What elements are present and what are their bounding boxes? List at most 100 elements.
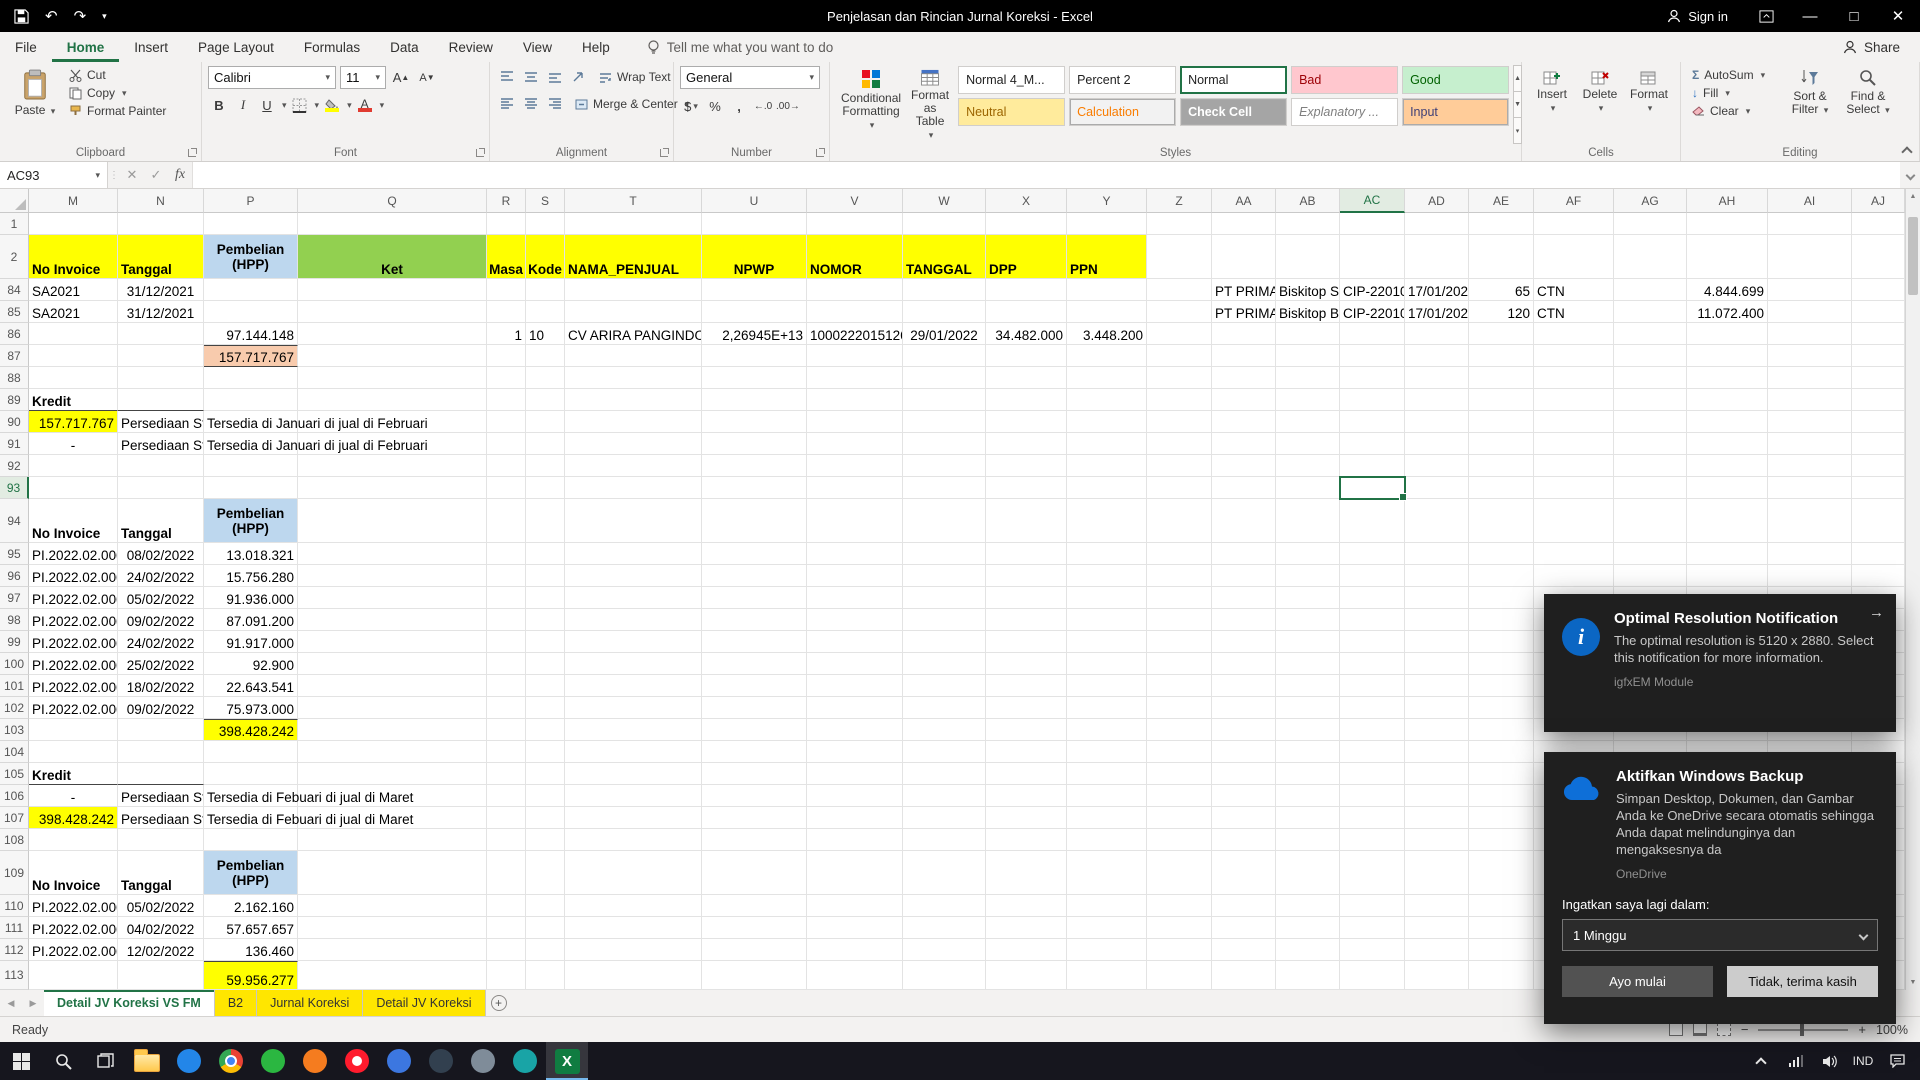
cell-U105[interactable] — [702, 763, 807, 785]
cell-N111[interactable]: 04/02/2022 — [118, 917, 204, 939]
cell-N99[interactable]: 24/02/2022 — [118, 631, 204, 653]
maximize-button[interactable]: □ — [1832, 0, 1876, 32]
name-box-dropdown-icon[interactable]: ▾ — [95, 171, 100, 180]
cell-W87[interactable] — [903, 345, 986, 367]
cell-AD89[interactable] — [1405, 389, 1469, 411]
dropdown-arrow-icon[interactable]: ▾ — [315, 101, 320, 110]
cell-AD2[interactable] — [1405, 235, 1469, 279]
cell-R103[interactable] — [487, 719, 526, 741]
cell-P111[interactable]: 57.657.657 — [204, 917, 298, 939]
cell-S88[interactable] — [526, 367, 565, 389]
cell-AJ1[interactable] — [1852, 213, 1905, 235]
cell-AB94[interactable] — [1276, 499, 1340, 543]
cell-AB105[interactable] — [1276, 763, 1340, 785]
cell-AA103[interactable] — [1212, 719, 1276, 741]
cell-AE112[interactable] — [1469, 939, 1534, 961]
cell-AA94[interactable] — [1212, 499, 1276, 543]
cell-Q108[interactable] — [298, 829, 487, 851]
cell-AJ88[interactable] — [1852, 367, 1905, 389]
ribbon-display-options-button[interactable] — [1744, 0, 1788, 32]
cell-S95[interactable] — [526, 543, 565, 565]
cell-AC92[interactable] — [1340, 455, 1405, 477]
cell-Q103[interactable] — [298, 719, 487, 741]
cell-Y113[interactable] — [1067, 961, 1147, 990]
cell-W112[interactable] — [903, 939, 986, 961]
cell-AD1[interactable] — [1405, 213, 1469, 235]
cell-R84[interactable] — [487, 279, 526, 301]
cell-AC94[interactable] — [1340, 499, 1405, 543]
cell-AB98[interactable] — [1276, 609, 1340, 631]
cell-AC107[interactable] — [1340, 807, 1405, 829]
cell-Y104[interactable] — [1067, 741, 1147, 763]
column-header-T[interactable]: T — [565, 189, 702, 213]
cell-U107[interactable] — [702, 807, 807, 829]
cell-AD94[interactable] — [1405, 499, 1469, 543]
cell-AC98[interactable] — [1340, 609, 1405, 631]
cell-P98[interactable]: 87.091.200 — [204, 609, 298, 631]
cell-Z99[interactable] — [1147, 631, 1212, 653]
taskbar-edge[interactable] — [168, 1042, 210, 1080]
row-header-1[interactable]: 1 — [0, 213, 29, 235]
cell-Z85[interactable] — [1147, 301, 1212, 323]
cell-AG87[interactable] — [1614, 345, 1687, 367]
cell-Q1[interactable] — [298, 213, 487, 235]
cell-Y84[interactable] — [1067, 279, 1147, 301]
cell-W95[interactable] — [903, 543, 986, 565]
row-header-96[interactable]: 96 — [0, 565, 29, 587]
cell-N93[interactable] — [118, 477, 204, 499]
cell-N100[interactable]: 25/02/2022 — [118, 653, 204, 675]
cell-W97[interactable] — [903, 587, 986, 609]
cell-style-check-cell[interactable]: Check Cell — [1180, 98, 1287, 126]
cell-AD113[interactable] — [1405, 961, 1469, 990]
cell-Y93[interactable] — [1067, 477, 1147, 499]
cell-AA87[interactable] — [1212, 345, 1276, 367]
cell-N90[interactable]: Persediaan Stok — [118, 411, 204, 433]
cell-style-good[interactable]: Good — [1402, 66, 1509, 94]
format-painter-button[interactable]: Format Painter — [66, 102, 169, 120]
cell-V112[interactable] — [807, 939, 903, 961]
row-header-109[interactable]: 109 — [0, 851, 29, 895]
cell-AD112[interactable] — [1405, 939, 1469, 961]
cell-W113[interactable] — [903, 961, 986, 990]
cell-R86[interactable]: 1 — [487, 323, 526, 345]
cell-S86[interactable]: 10 — [526, 323, 565, 345]
cell-U87[interactable] — [702, 345, 807, 367]
cell-AA93[interactable] — [1212, 477, 1276, 499]
cell-W89[interactable] — [903, 389, 986, 411]
cell-N84[interactable]: 31/12/2021 — [118, 279, 204, 301]
cell-X92[interactable] — [986, 455, 1067, 477]
cell-Y108[interactable] — [1067, 829, 1147, 851]
cell-U93[interactable] — [702, 477, 807, 499]
cell-P101[interactable]: 22.643.541 — [204, 675, 298, 697]
resolution-notification-toast[interactable]: → i Optimal Resolution Notification The … — [1544, 594, 1896, 732]
cell-M112[interactable]: PI.2022.02.00010 — [29, 939, 118, 961]
cell-AE99[interactable] — [1469, 631, 1534, 653]
cell-M110[interactable]: PI.2022.02.00003 — [29, 895, 118, 917]
cell-U88[interactable] — [702, 367, 807, 389]
page-break-view-button[interactable] — [1717, 1023, 1731, 1036]
dropdown-arrow-icon[interactable]: ▾ — [380, 101, 385, 110]
cell-P92[interactable] — [204, 455, 298, 477]
cell-AC93[interactable] — [1340, 477, 1405, 499]
cell-AA88[interactable] — [1212, 367, 1276, 389]
cell-T112[interactable] — [565, 939, 702, 961]
cell-AB97[interactable] — [1276, 587, 1340, 609]
column-header-M[interactable]: M — [29, 189, 118, 213]
cell-AE109[interactable] — [1469, 851, 1534, 895]
cell-AG94[interactable] — [1614, 499, 1687, 543]
cell-AA100[interactable] — [1212, 653, 1276, 675]
cell-X110[interactable] — [986, 895, 1067, 917]
cell-U84[interactable] — [702, 279, 807, 301]
cell-R99[interactable] — [487, 631, 526, 653]
cell-Z103[interactable] — [1147, 719, 1212, 741]
cell-AB101[interactable] — [1276, 675, 1340, 697]
underline-dropdown-icon[interactable]: ▾ — [282, 101, 287, 110]
cell-X112[interactable] — [986, 939, 1067, 961]
cell-AA113[interactable] — [1212, 961, 1276, 990]
cell-T95[interactable] — [565, 543, 702, 565]
cell-AA101[interactable] — [1212, 675, 1276, 697]
paste-button[interactable]: Paste ▾ — [6, 66, 64, 144]
cell-S89[interactable] — [526, 389, 565, 411]
cell-W102[interactable] — [903, 697, 986, 719]
cell-X95[interactable] — [986, 543, 1067, 565]
